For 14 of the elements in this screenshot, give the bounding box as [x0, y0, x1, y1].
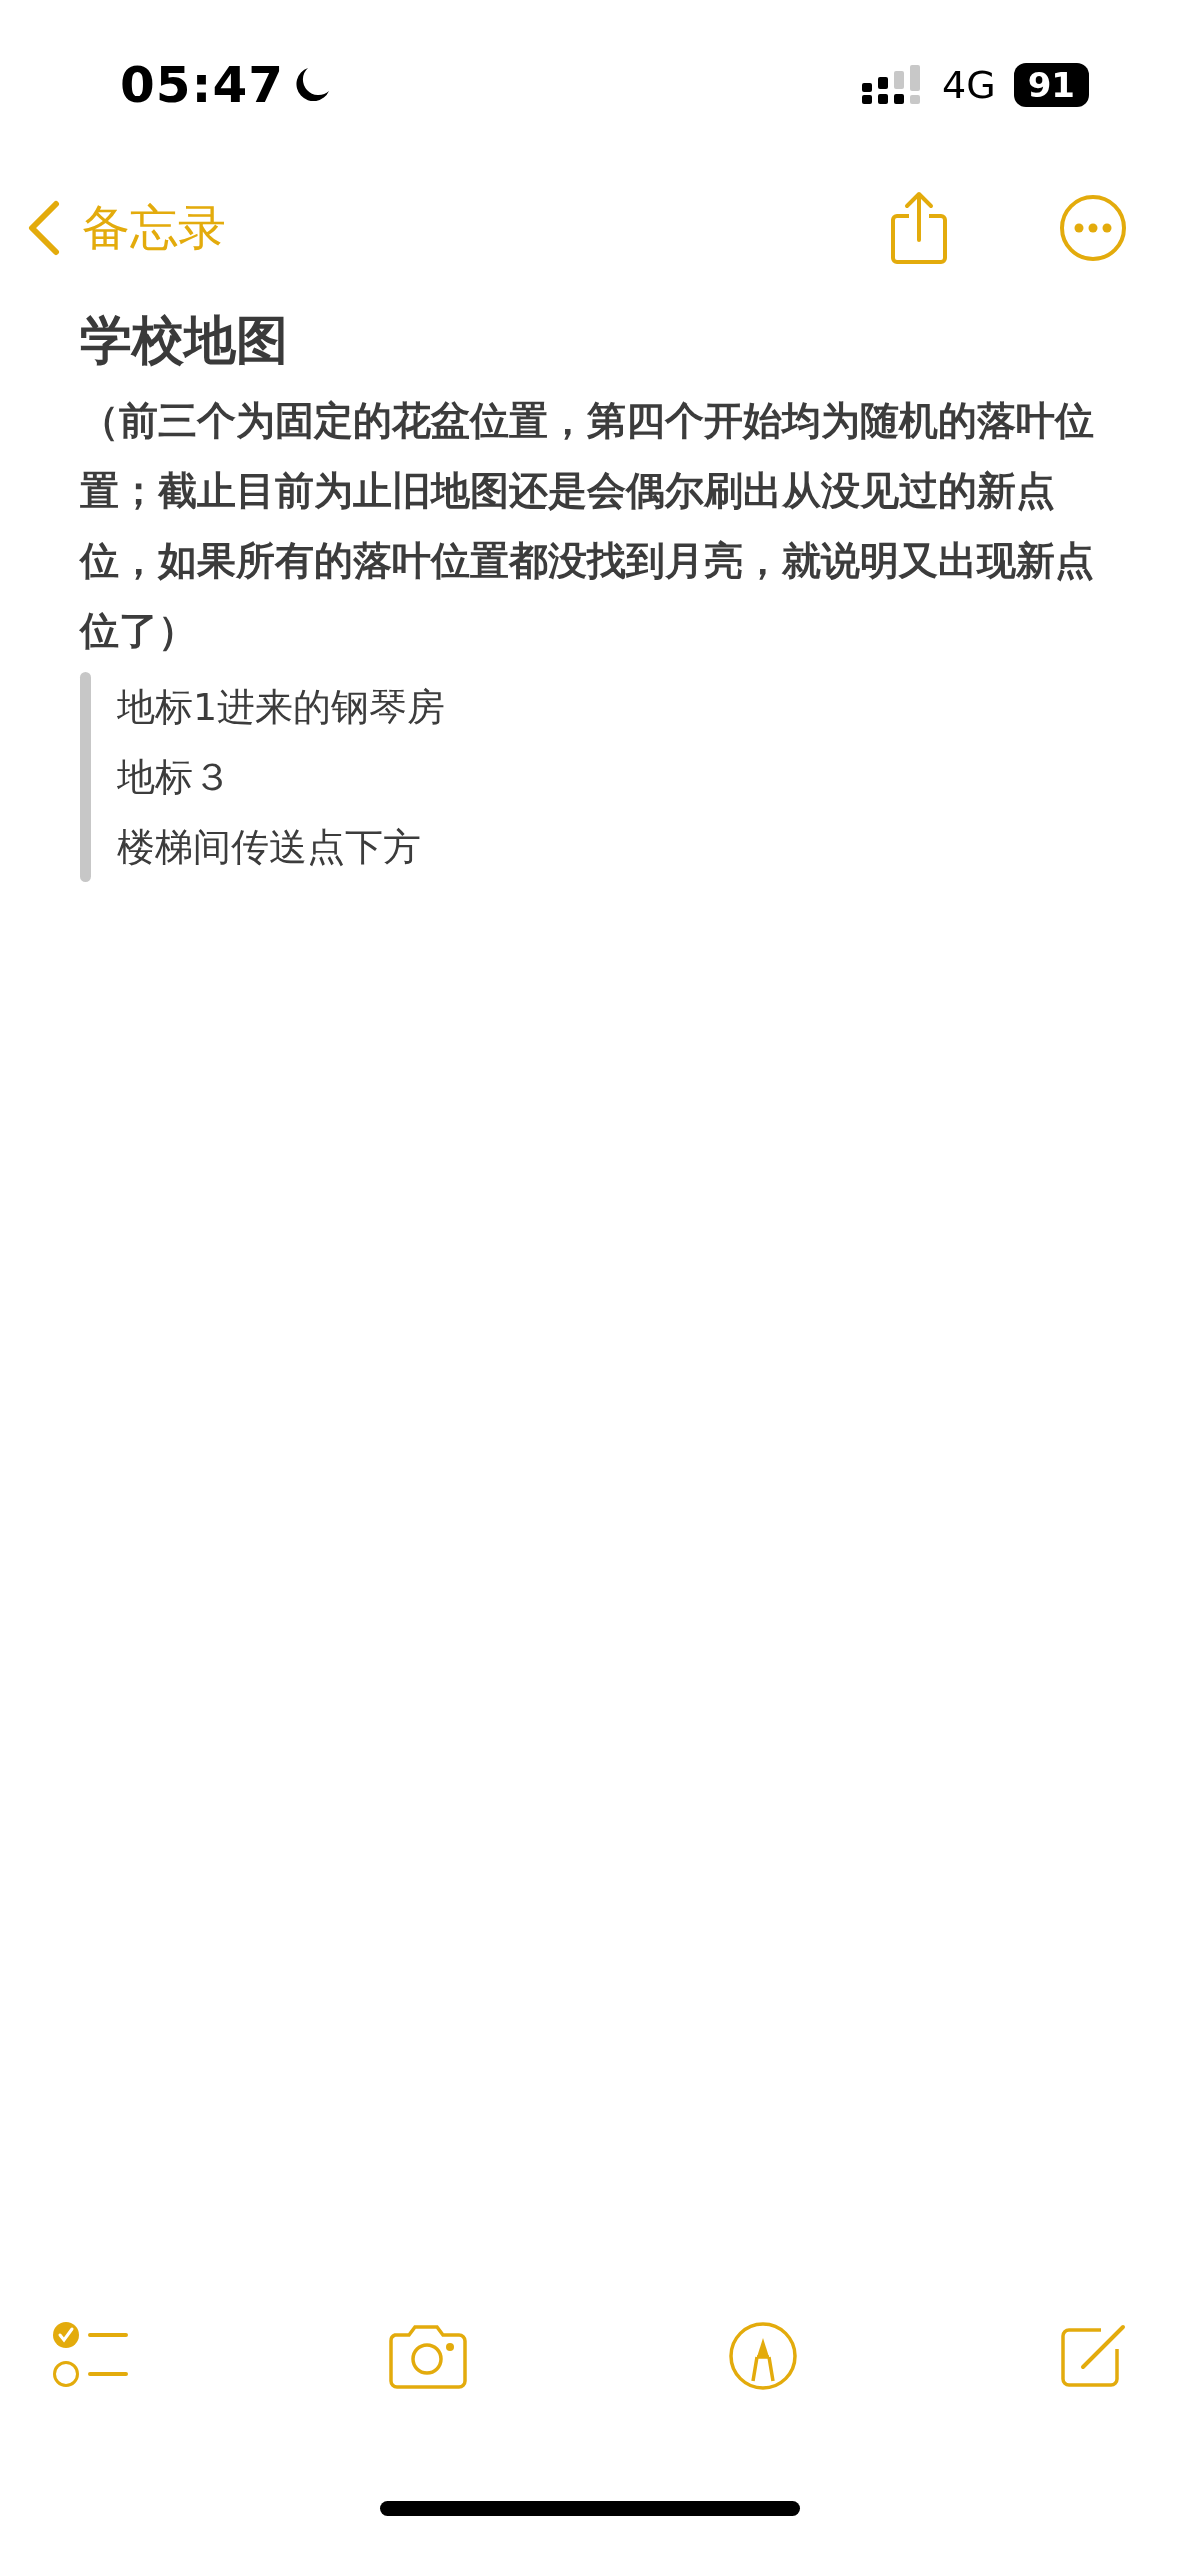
back-button[interactable]: 备忘录: [26, 196, 226, 260]
markup-button[interactable]: [728, 2321, 798, 2391]
share-button[interactable]: [889, 190, 949, 266]
quote-line: 地标1进来的钢琴房: [117, 684, 446, 731]
more-button[interactable]: [1059, 194, 1127, 262]
note-title: 学校地图: [80, 309, 289, 372]
chevron-left-icon: [26, 200, 60, 256]
camera-button[interactable]: [387, 2323, 469, 2389]
note-paragraph: （前三个为固定的花盆位置，第四个开始均为随机的落叶位置；截止目前为止旧地图还是会偶尔刷出从没见过的新点位，如果所有的落叶位置都没找到月亮，就说明又出现新点位了）: [80, 397, 1095, 655]
quote-line: 地标３: [117, 754, 232, 801]
battery-level: 91: [1013, 63, 1089, 107]
quote-line: 楼梯间传送点下方: [117, 824, 422, 871]
status-time: 05:47: [120, 56, 285, 114]
network-label: 4G: [942, 63, 996, 107]
